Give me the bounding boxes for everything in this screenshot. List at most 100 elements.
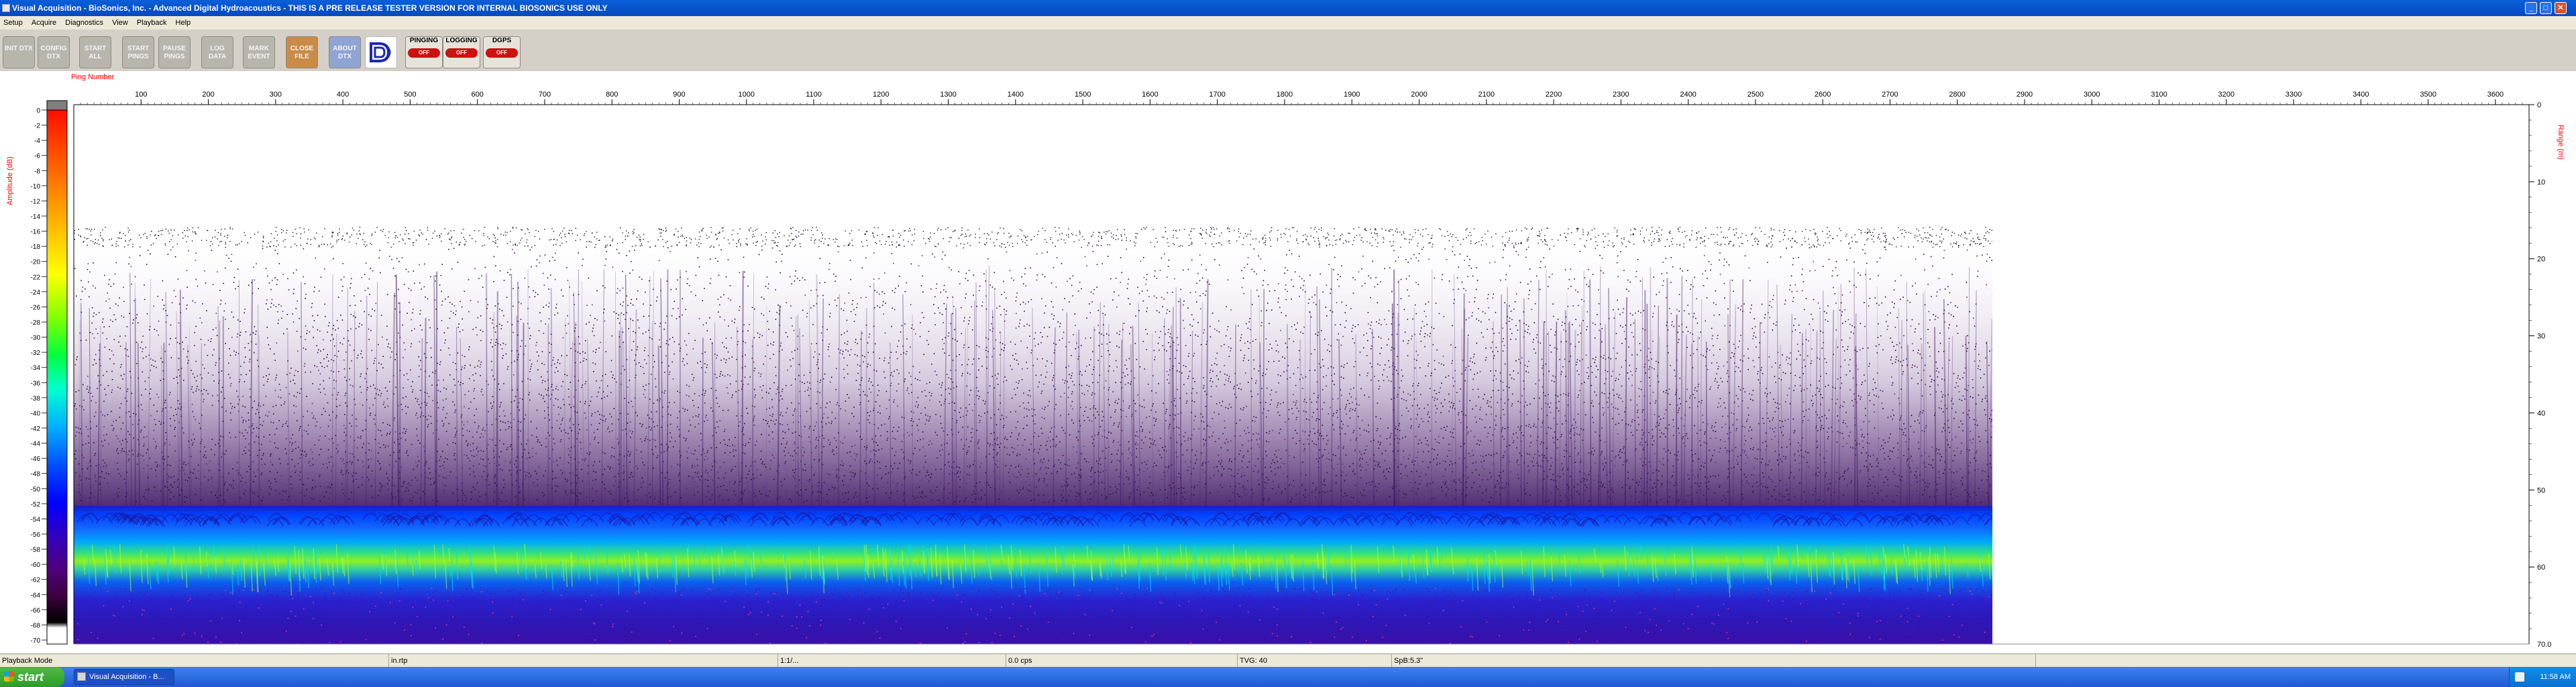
- speckle-dot: [1660, 419, 1662, 420]
- start-pings-button[interactable]: START PINGS: [122, 36, 154, 68]
- speckle-dot: [1562, 467, 1564, 469]
- menu-help[interactable]: Help: [172, 16, 195, 30]
- speckle-dot: [1126, 368, 1128, 370]
- speckle-dot: [242, 421, 244, 423]
- speckle-dot: [1074, 313, 1075, 315]
- speckle-dot: [1495, 415, 1497, 417]
- speckle-dot: [1354, 410, 1356, 411]
- speckle-dot: [185, 337, 187, 338]
- speckle-dot: [1513, 433, 1514, 435]
- speckle-dot: [1661, 483, 1663, 484]
- minimize-button[interactable]: _: [2525, 2, 2537, 14]
- speckle-dot: [855, 494, 856, 495]
- menu-setup[interactable]: Setup: [0, 16, 26, 30]
- speckle-dot: [1252, 340, 1254, 342]
- speckle-dot: [1603, 414, 1604, 416]
- speckle-dot: [1438, 392, 1440, 393]
- menu-acquire[interactable]: Acquire: [28, 16, 60, 30]
- speckle-dot: [384, 387, 386, 388]
- speckle-dot: [1665, 297, 1667, 299]
- speckle-dot: [1629, 281, 1631, 283]
- speckle-dot: [1087, 499, 1089, 500]
- speckle-dot: [1669, 496, 1670, 498]
- speckle-dot: [561, 289, 562, 291]
- speckle-dot: [1985, 430, 1987, 431]
- biosonics-logo-icon[interactable]: [365, 36, 397, 68]
- speckle-dot: [637, 489, 639, 490]
- speckle-dot: [292, 434, 293, 435]
- speckle-dot: [483, 465, 484, 466]
- speckle-dot: [197, 386, 198, 387]
- speckle-dot: [579, 481, 580, 483]
- speckle-dot: [155, 490, 156, 492]
- speckle-dot: [773, 341, 775, 343]
- log-data-button[interactable]: LOG DATA: [201, 36, 233, 68]
- speckle-dot: [1874, 411, 1875, 413]
- speckle-dot: [514, 360, 515, 362]
- mark-event-button[interactable]: MARK EVENT: [243, 36, 275, 68]
- speckle-dot: [290, 484, 292, 485]
- title-bar[interactable]: Visual Acquisition - BioSonics, Inc. - A…: [0, 0, 2576, 16]
- speckle-dot: [1536, 275, 1538, 277]
- speckle-dot: [333, 371, 334, 373]
- speckle-dot: [1655, 425, 1657, 427]
- echogram-svg[interactable]: Ping Number Amplitude (dB) Range (m) 100…: [0, 71, 2576, 653]
- pause-pings-button[interactable]: PAUSE PINGS: [158, 36, 191, 68]
- speckle-dot: [1278, 449, 1280, 451]
- about-dtx-button[interactable]: ABOUT DTX: [329, 36, 361, 68]
- speckle-dot: [994, 288, 996, 290]
- init-dtx-button[interactable]: INIT DTX: [3, 36, 35, 68]
- speckle-dot: [1894, 280, 1896, 282]
- speckle-dot: [1532, 465, 1534, 467]
- speckle-dot: [968, 320, 970, 321]
- speckle-dot: [692, 348, 694, 350]
- speckle-dot: [1841, 294, 1843, 296]
- menu-playback[interactable]: Playback: [133, 16, 170, 30]
- speckle-dot: [1764, 392, 1766, 394]
- close-file-button[interactable]: CLOSE FILE: [286, 36, 318, 68]
- speckle-dot: [380, 315, 382, 316]
- speckle-dot: [124, 397, 126, 399]
- speckle-dot: [473, 456, 475, 457]
- speckle-dot: [256, 263, 257, 264]
- menu-diagnostics[interactable]: Diagnostics: [62, 16, 107, 30]
- speckle-dot: [1665, 409, 1667, 411]
- speckle-dot: [289, 441, 291, 443]
- config-dtx-button[interactable]: CONFIG DTX: [38, 36, 70, 68]
- speckle-dot: [1415, 313, 1417, 315]
- speckle-dot: [293, 405, 294, 407]
- speckle-dot: [1774, 489, 1775, 490]
- speckle-dot: [695, 415, 697, 417]
- speckle-dot: [343, 425, 345, 427]
- speckle-dot: [1513, 247, 1515, 248]
- speckle-dot: [441, 301, 443, 302]
- speckle-dot: [979, 481, 981, 483]
- speckle-dot: [89, 271, 91, 273]
- speckle-dot: [945, 291, 947, 293]
- speckle-dot: [594, 436, 596, 438]
- maximize-button[interactable]: □: [2540, 2, 2552, 14]
- speckle-dot: [462, 492, 464, 494]
- start-all-button[interactable]: START ALL: [79, 36, 111, 68]
- speckle-dot: [1917, 468, 1918, 469]
- speckle-dot: [1504, 451, 1506, 453]
- speckle-dot: [1951, 498, 1953, 499]
- speckle-dot: [1069, 374, 1070, 376]
- menu-view[interactable]: View: [109, 16, 131, 30]
- speckle-dot: [1761, 494, 1763, 496]
- speckle-dot: [1337, 447, 1339, 449]
- speckle-dot: [204, 368, 205, 369]
- speckle-dot: [861, 267, 863, 268]
- speckle-dot: [1232, 492, 1234, 494]
- speckle-dot: [472, 436, 474, 438]
- speckle-dot: [1212, 431, 1214, 433]
- speckle-dot: [697, 486, 698, 487]
- speckle-dot: [513, 400, 515, 402]
- speckle-dot: [533, 482, 535, 483]
- speckle-dot: [1267, 284, 1269, 286]
- speckle-dot: [1169, 333, 1171, 335]
- speckle-dot: [1724, 325, 1726, 327]
- close-window-button[interactable]: ✕: [2555, 2, 2567, 14]
- speckle-dot: [319, 373, 321, 375]
- speckle-dot: [1407, 289, 1408, 291]
